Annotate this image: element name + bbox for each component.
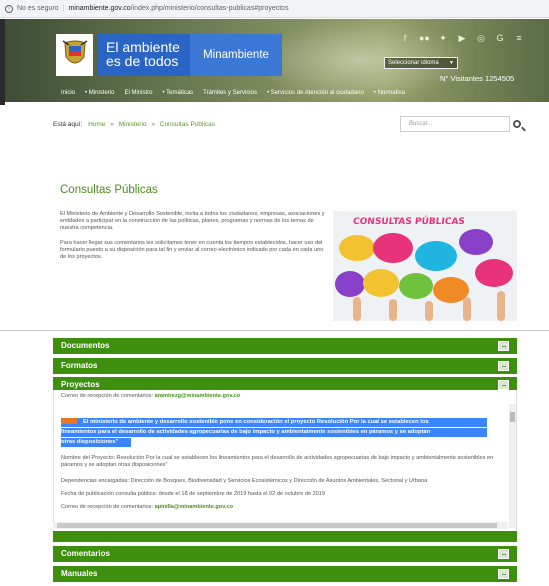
vertical-scrollbar[interactable] (509, 404, 516, 528)
panel-footer-bar (53, 531, 517, 542)
accordion-documentos-label: Documentos (61, 341, 110, 350)
breadcrumb-ministerio[interactable]: Ministerio (119, 121, 147, 128)
twitter-icon[interactable]: ✦ (438, 33, 448, 44)
selected-project-title: El ministerio de ambiente y desarrollo s… (61, 418, 487, 448)
nav-item-ministro[interactable]: El Ministro (124, 90, 152, 96)
project-dates: Fecha de publicación consulta pública: d… (61, 491, 326, 497)
info-icon[interactable]: i (5, 4, 13, 13)
section-divider (0, 330, 549, 331)
search-input[interactable]: Buscar... (400, 116, 510, 132)
visitor-counter: N° Visitantes 1254505 (440, 74, 515, 83)
url-host: minambiente.gov.co (68, 5, 131, 12)
breadcrumb: Está aquí: Home » Ministerio » Consultas… (53, 121, 215, 128)
accordion-proyectos-label: Proyectos (61, 380, 100, 389)
new-badge-icon (61, 418, 77, 425)
url-separator: | (62, 5, 65, 12)
highlight-line-3: otras disposiciones" (61, 438, 131, 447)
horizontal-scrollbar[interactable] (53, 522, 508, 529)
language-select[interactable]: Seleccionar idioma ▼ (384, 57, 458, 69)
expand-icon[interactable] (498, 341, 509, 351)
search-button[interactable] (508, 115, 526, 132)
accordion-comentarios[interactable]: Comentarios (53, 546, 517, 562)
consultas-hero-image: CONSULTAS PÚBLICAS (333, 211, 517, 321)
site-header: El ambiente es de todos Minambiente f ●●… (0, 19, 549, 102)
page: i No es seguro | minambiente.gov.co /ind… (0, 0, 549, 586)
breadcrumb-prefix: Está aquí: (53, 121, 83, 128)
email-link[interactable]: apinilla@minambiente.gov.co (155, 504, 233, 510)
instructions-paragraph: Para hacer llegar sus comentarios les so… (60, 240, 324, 261)
main-nav: Inicio • Ministerio El Ministro • Temáti… (0, 84, 549, 102)
instagram-icon[interactable]: ◎ (476, 33, 486, 44)
colombia-coat-of-arms-logo[interactable] (56, 34, 93, 76)
nav-item-tematicas[interactable]: • Temáticas (162, 90, 193, 96)
breadcrumb-home[interactable]: Home (88, 121, 105, 128)
language-select-value: Seleccionar idioma (388, 60, 439, 66)
proyectos-panel: Correo de recepción de comentarios: aram… (53, 390, 517, 530)
flickr-icon[interactable]: ●● (419, 33, 430, 44)
breadcrumb-separator: » (110, 121, 114, 128)
search-icon (513, 119, 521, 128)
scrollbar-thumb[interactable] (57, 523, 497, 528)
brand-line-2: es de todos (106, 53, 179, 69)
chevron-down-icon: ▼ (449, 60, 454, 66)
rss-icon[interactable]: ≡ (514, 33, 524, 44)
youtube-icon[interactable]: ▶ (457, 33, 467, 44)
email-line-top: Correo de recepción de comentarios: aram… (61, 393, 240, 399)
nav-item-normativa[interactable]: • Normativa (374, 90, 405, 96)
nav-item-servicios[interactable]: • Servicios de Atención al ciudadano (267, 90, 364, 96)
accordion-formatos-label: Formatos (61, 361, 98, 370)
page-title: Consultas Públicas (60, 184, 158, 196)
ministry-label[interactable]: Minambiente (190, 34, 282, 76)
expand-icon[interactable] (498, 361, 509, 371)
intro-paragraph: El Ministerio de Ambiente y Desarrollo S… (60, 211, 325, 232)
project-dependencies: Dependencias encargadas: Dirección de Bo… (61, 478, 428, 484)
project-name: Nombre del Proyecto: Resolución Por la c… (61, 455, 494, 469)
brand-banner[interactable]: El ambiente es de todos (98, 34, 190, 76)
accordion-comentarios-label: Comentarios (61, 549, 110, 558)
breadcrumb-separator: » (151, 121, 155, 128)
scrollbar-thumb[interactable] (510, 412, 515, 422)
brand-line-1: El ambiente (106, 39, 180, 55)
highlight-line-2: lineamientos para el desarrollo de activ… (61, 428, 487, 437)
security-label: No es seguro (17, 5, 59, 12)
left-edge-bar (0, 19, 5, 105)
url-path: /index.php/ministerio/consultas-publicas… (130, 5, 289, 12)
accordion-manuales-label: Manuales (61, 569, 98, 578)
expand-icon[interactable] (498, 549, 509, 559)
collapse-icon[interactable] (498, 380, 509, 390)
accordion-documentos[interactable]: Documentos (53, 338, 517, 354)
social-icons: f ●● ✦ ▶ ◎ G ≡ (400, 33, 524, 44)
highlight-row-1: El ministerio de ambiente y desarrollo s… (61, 418, 487, 427)
email-line: Correo de recepción de comentarios: apin… (61, 504, 233, 510)
hero-label: CONSULTAS PÚBLICAS (352, 217, 466, 227)
breadcrumb-current: Consultas Públicas (159, 121, 216, 128)
highlight-line-1: El ministerio de ambiente y desarrollo s… (83, 419, 429, 425)
email-prefix: Correo de recepción de comentarios: (61, 504, 154, 510)
email-prefix-top: Correo de recepción de comentarios: (61, 393, 154, 399)
accordion-formatos[interactable]: Formatos (53, 358, 517, 374)
nav-item-tramites[interactable]: Trámites y Servicios (203, 90, 257, 96)
browser-address-bar[interactable]: i No es seguro | minambiente.gov.co /ind… (0, 0, 549, 18)
accordion-manuales[interactable]: Manuales (53, 566, 517, 582)
expand-icon[interactable] (498, 569, 509, 579)
nav-item-inicio[interactable]: Inicio (61, 90, 75, 96)
googleplus-icon[interactable]: G (495, 33, 505, 44)
facebook-icon[interactable]: f (400, 33, 410, 44)
email-link-top[interactable]: aramirezg@minambiente.gov.co (155, 393, 241, 399)
nav-item-ministerio[interactable]: • Ministerio (85, 90, 114, 96)
